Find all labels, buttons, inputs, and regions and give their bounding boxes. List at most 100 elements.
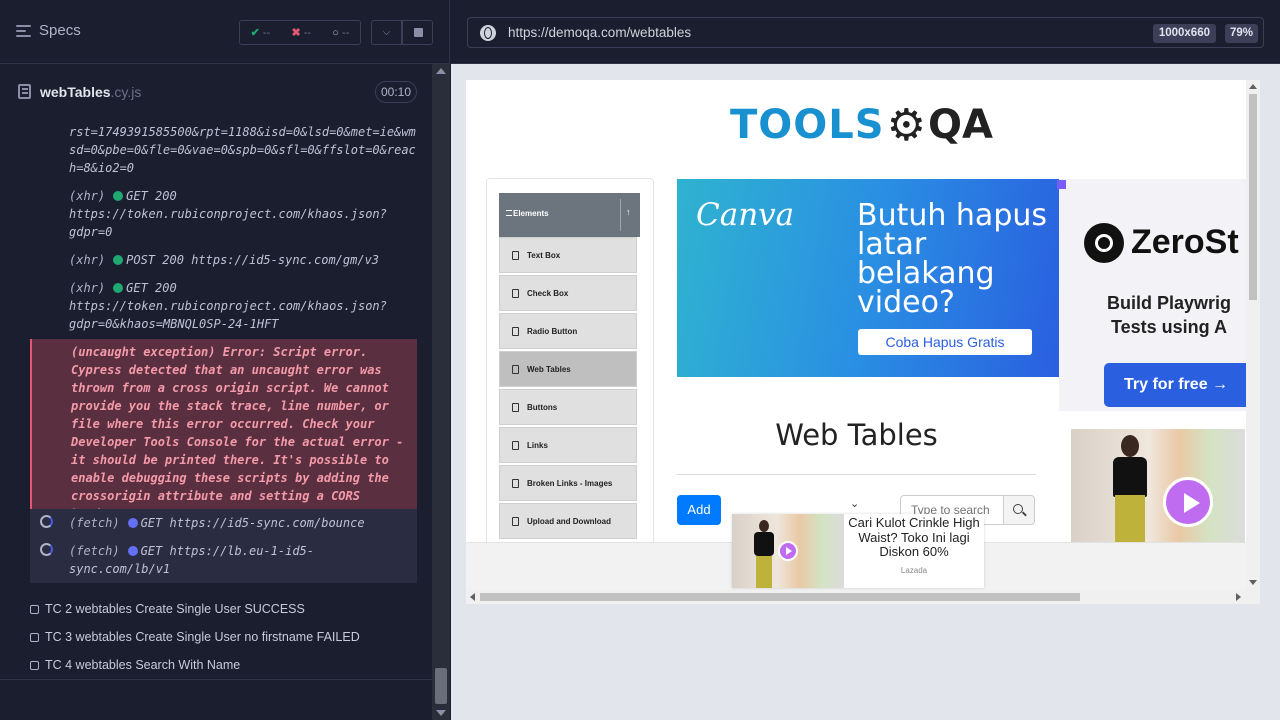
log-entry-xhr[interactable]: (xhr) GET 200 https://token.rubiconprojec… xyxy=(69,187,387,241)
status-dot-icon xyxy=(113,283,124,293)
lazada-sticky-ad[interactable]: Cari Kulot Crinkle High Waist? Toko Ini … xyxy=(732,514,984,588)
test-item[interactable]: TC 4 webtables Search With Name xyxy=(30,658,240,672)
zoom-badge: 79% xyxy=(1224,24,1258,43)
status-dot-icon xyxy=(127,518,138,528)
specs-header: Specs ✔ -- ✖ -- ○ -- ⌵ xyxy=(0,0,450,64)
product-photo xyxy=(732,514,844,588)
gear-icon: ⚙ xyxy=(886,100,927,150)
pending-icon: ○ xyxy=(332,26,339,39)
log-text: sd=0&pbe=0&fle=0&vae=0&spb=0&sfl=0&ffslo… xyxy=(69,143,416,157)
loading-spinner-icon xyxy=(40,543,53,556)
error-message: (uncaught exception) Error: Script error… xyxy=(71,345,404,521)
test-stats: ✔ -- ✖ -- ○ -- xyxy=(239,20,361,45)
log-entry-fetch[interactable]: (fetch) GET https://id5-sync.com/bounce xyxy=(30,509,417,537)
chevron-down-icon[interactable]: ⌄ xyxy=(850,497,859,510)
log-entry-fetch[interactable]: (fetch) GET https://lb.eu-1-id5- sync.com/… xyxy=(30,537,417,583)
duration-badge: 00:10 xyxy=(375,81,417,103)
loading-spinner-icon xyxy=(40,515,53,528)
scroll-thumb[interactable] xyxy=(480,593,1080,601)
menu-icon xyxy=(506,210,512,216)
aut-vertical-scrollbar[interactable] xyxy=(1246,80,1260,590)
log-text: h=8&io2=0 xyxy=(69,161,135,175)
log-entry-xhr[interactable]: (xhr) GET 200 https://token.rubiconprojec… xyxy=(69,279,387,333)
url-bar[interactable]: https://demoqa.com/webtables 1000x660 79… xyxy=(467,17,1264,48)
list-icon xyxy=(512,479,519,488)
scroll-up-icon[interactable] xyxy=(1249,84,1257,89)
zerostep-logo-icon xyxy=(1084,223,1124,263)
spec-file-name[interactable]: webTables.cy.js xyxy=(40,84,141,100)
list-icon xyxy=(512,441,519,450)
spec-file-header: webTables.cy.js 00:10 xyxy=(0,65,432,119)
list-icon xyxy=(512,327,519,336)
status-dot-icon xyxy=(113,191,124,201)
failed-stat: ✖ -- xyxy=(291,27,312,39)
scroll-thumb[interactable] xyxy=(1249,94,1257,300)
ad-choices-icon[interactable] xyxy=(1057,180,1066,189)
sidebar-item-text-box[interactable]: Text Box xyxy=(499,237,637,273)
check-icon: ✔ xyxy=(250,27,260,39)
viewport-size-badge: 1000x660 xyxy=(1152,24,1216,43)
sidebar-item-radio-button[interactable]: Radio Button xyxy=(499,313,637,349)
status-dot-icon xyxy=(113,255,124,265)
cross-icon: ✖ xyxy=(291,27,301,39)
specs-toggle-button[interactable]: Specs xyxy=(16,22,81,39)
specs-list-icon xyxy=(16,24,31,37)
collapse-icon: ↑ xyxy=(626,207,631,217)
scroll-left-icon[interactable] xyxy=(470,593,475,601)
scroll-down-icon[interactable] xyxy=(436,710,446,716)
canva-logo: Canva xyxy=(696,197,795,233)
chevron-down-icon[interactable]: ⌵ xyxy=(371,20,402,45)
play-icon[interactable] xyxy=(778,541,798,561)
test-status-icon xyxy=(30,604,39,614)
test-status-icon xyxy=(30,660,39,670)
test-status-icon xyxy=(30,632,39,642)
try-for-free-button[interactable]: Try for free → xyxy=(1104,363,1254,407)
test-item[interactable]: TC 3 webtables Create Single User no fir… xyxy=(30,630,360,644)
list-icon xyxy=(512,251,519,260)
reporter-panel: Specs ✔ -- ✖ -- ○ -- ⌵ webTables.cy.js 0… xyxy=(0,0,450,720)
aut-horizontal-scrollbar[interactable] xyxy=(466,590,1260,604)
list-icon xyxy=(512,289,519,298)
test-item[interactable]: TC 2 webtables Create Single User SUCCES… xyxy=(30,602,305,616)
specs-title: Specs xyxy=(39,22,81,39)
sidebar-item-broken-links[interactable]: Broken Links - Images xyxy=(499,465,637,501)
url-strip: https://demoqa.com/webtables 1000x660 79… xyxy=(451,0,1280,64)
sidebar-group-elements[interactable]: Elements ↑ xyxy=(499,193,640,237)
sidebar-item-links[interactable]: Links xyxy=(499,427,637,463)
list-icon xyxy=(512,403,519,412)
canva-ad-banner[interactable]: Canva Butuh hapus latar belakang video? … xyxy=(677,179,1059,377)
url-text: https://demoqa.com/webtables xyxy=(508,25,692,40)
document-icon xyxy=(18,84,31,99)
scroll-down-icon[interactable] xyxy=(1249,580,1257,585)
command-log: rst=1749391585500&rpt=1188&isd=0&lsd=0&m… xyxy=(0,119,432,585)
uncaught-exception-block[interactable]: (uncaught exception) Error: Script error… xyxy=(30,339,417,521)
ad-brand: Lazada xyxy=(900,566,928,575)
sidebar-item-check-box[interactable]: Check Box xyxy=(499,275,637,311)
search-button[interactable] xyxy=(1003,495,1035,525)
canva-cta-button[interactable]: Coba Hapus Gratis xyxy=(858,329,1032,355)
sidebar-item-upload-download[interactable]: Upload and Download xyxy=(499,503,637,539)
log-entry-xhr[interactable]: (xhr) POST 200 https://id5-sync.com/gm/v3 xyxy=(69,251,379,269)
scroll-thumb[interactable] xyxy=(435,668,447,704)
sidebar-item-buttons[interactable]: Buttons xyxy=(499,389,637,425)
scroll-right-icon[interactable] xyxy=(1236,593,1241,601)
scroll-up-icon[interactable] xyxy=(436,68,446,74)
stop-icon xyxy=(414,28,423,37)
add-button[interactable]: Add xyxy=(677,495,721,525)
play-icon[interactable] xyxy=(1163,477,1213,527)
reporter-scrollbar[interactable] xyxy=(432,64,450,720)
toolsqa-logo[interactable]: TOOLS ⚙ QA xyxy=(730,95,993,155)
status-dot-icon xyxy=(127,546,138,556)
sidebar-item-web-tables[interactable]: Web Tables xyxy=(499,351,637,387)
log-text: rst=1749391585500&rpt=1188&isd=0&lsd=0&m… xyxy=(69,125,416,139)
divider xyxy=(677,474,1036,475)
canva-headline: Butuh hapus latar belakang video? xyxy=(857,198,1048,320)
list-icon xyxy=(512,365,519,374)
lazada-video-ad[interactable] xyxy=(1071,429,1245,543)
app-under-test-frame: TOOLS ⚙ QA Elements ↑ Text Box Check Box R… xyxy=(466,80,1260,604)
ad-text: Cari Kulot Crinkle High Waist? Toko Ini … xyxy=(848,515,980,559)
stop-button[interactable] xyxy=(402,20,433,45)
passed-stat: ✔ -- xyxy=(250,27,271,39)
product-photo xyxy=(1107,435,1151,543)
zerostep-name: ZeroSt xyxy=(1131,223,1239,261)
